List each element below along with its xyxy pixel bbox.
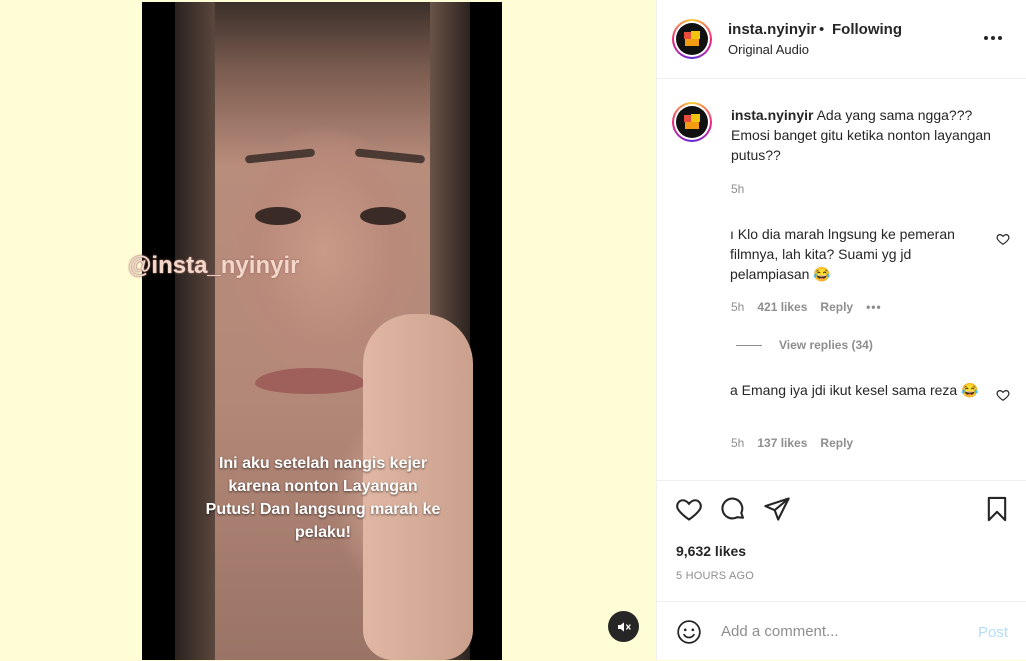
comment-likes[interactable]: 421 likes xyxy=(757,300,807,314)
comment-meta: 5h 137 likes Reply xyxy=(731,436,853,450)
post-actions: 9,632 likes 5 HOURS AGO xyxy=(657,480,1026,601)
comment-text: ı Klo dia marah lngsung ke pemeran filmn… xyxy=(730,226,955,282)
comment-meta: 5h 421 likes Reply ••• xyxy=(731,300,882,314)
post-header: insta.nyinyir • Following Original Audio xyxy=(657,0,1026,79)
mute-button[interactable] xyxy=(608,611,639,642)
heart-icon[interactable] xyxy=(996,232,1010,246)
comment-input[interactable] xyxy=(719,622,953,641)
posted-time[interactable]: 5 HOURS AGO xyxy=(676,570,754,582)
reel-video[interactable] xyxy=(142,2,502,660)
caption-time: 5h xyxy=(731,182,745,196)
post-button[interactable]: Post xyxy=(978,624,1008,641)
following-button[interactable]: Following xyxy=(832,21,902,38)
audio-link[interactable]: Original Audio xyxy=(728,42,809,57)
post-panel: insta.nyinyir • Following Original Audio… xyxy=(656,0,1026,660)
caption-avatar[interactable] xyxy=(672,102,712,142)
heart-icon[interactable] xyxy=(675,495,703,523)
reply-button[interactable]: Reply xyxy=(820,436,853,450)
reply-button[interactable]: Reply xyxy=(820,300,853,314)
video-watermark: @insta_nyinyir xyxy=(128,252,300,279)
bookmark-icon[interactable] xyxy=(983,495,1011,523)
more-options-button[interactable] xyxy=(984,30,1004,46)
comment-time: 5h xyxy=(731,300,745,314)
heart-icon[interactable] xyxy=(996,388,1010,402)
media-area: @insta_nyinyir Ini aku setelah nangis ke… xyxy=(0,0,656,660)
caption-comment: insta.nyinyir Ada yang sama ngga??? Emos… xyxy=(731,105,1001,165)
smiley-icon[interactable] xyxy=(676,619,702,645)
replies-divider xyxy=(736,345,762,346)
header-username[interactable]: insta.nyinyir xyxy=(728,21,816,38)
speaker-muted-icon xyxy=(617,621,631,632)
paper-plane-icon[interactable] xyxy=(763,495,791,523)
more-horizontal-icon xyxy=(984,36,988,40)
header-separator: • xyxy=(819,21,825,38)
add-comment-bar: Post xyxy=(657,601,1026,661)
video-frame-image xyxy=(175,2,473,660)
comment-text: a Emang iya jdi ikut kesel sama reza 😂 xyxy=(730,382,979,398)
likes-count[interactable]: 9,632 likes xyxy=(676,543,746,559)
comment-bubble-icon[interactable] xyxy=(719,495,747,523)
comment-likes[interactable]: 137 likes xyxy=(757,436,807,450)
view-replies-button[interactable]: View replies (34) xyxy=(779,338,873,352)
comments-list: insta.nyinyir Ada yang sama ngga??? Emos… xyxy=(657,79,1026,479)
video-caption: Ini aku setelah nangis kejer karena nont… xyxy=(205,455,441,541)
comment-time: 5h xyxy=(731,436,745,450)
caption-username[interactable]: insta.nyinyir xyxy=(731,107,813,123)
comment-more-button[interactable]: ••• xyxy=(866,300,882,314)
avatar[interactable] xyxy=(672,19,712,59)
